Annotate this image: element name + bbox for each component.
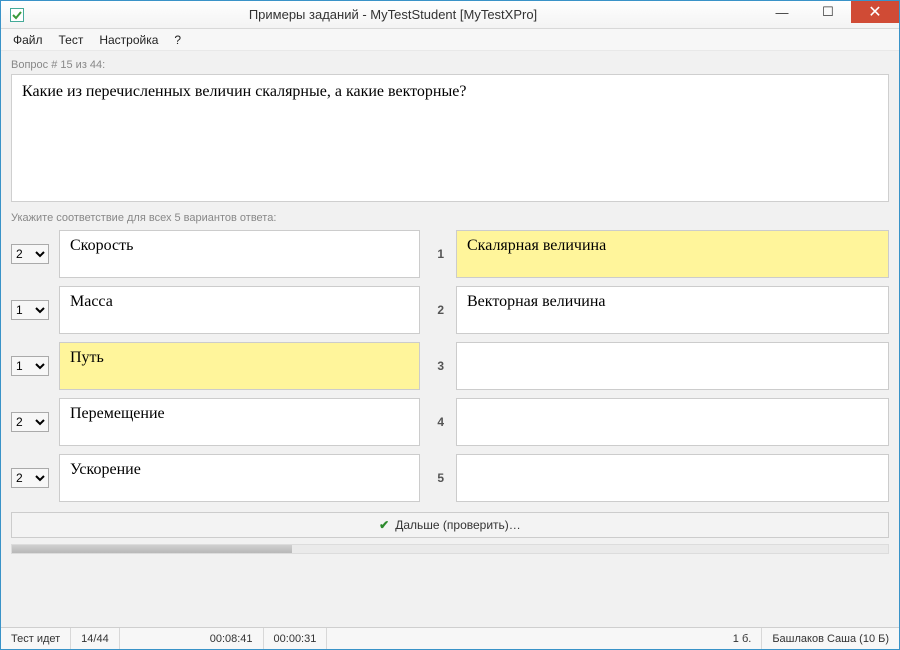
status-position: 14/44 (71, 628, 120, 649)
menu-test[interactable]: Тест (53, 31, 90, 49)
right-card-2[interactable]: Векторная величина (456, 286, 889, 334)
window-title: Примеры заданий - MyTestStudent [MyTestX… (27, 7, 759, 22)
question-counter: Вопрос # 15 из 44: (11, 59, 889, 71)
right-row: Векторная величина (456, 286, 889, 334)
status-points: 1 б. (723, 628, 763, 649)
proceed-button[interactable]: ✔ Дальше (проверить)… (11, 512, 889, 538)
statusbar: Тест идет 14/44 00:08:41 00:00:31 1 б. Б… (1, 627, 899, 649)
menu-file[interactable]: Файл (7, 31, 49, 49)
window-controls: — ☐ ✕ (759, 1, 899, 28)
right-card-3[interactable] (456, 342, 889, 390)
left-num-2: 2 (430, 303, 444, 317)
left-row: 1 Путь 3 (11, 342, 444, 390)
left-row: 2 Перемещение 4 (11, 398, 444, 446)
right-row (456, 454, 889, 502)
menu-settings[interactable]: Настройка (93, 31, 164, 49)
answer-select-1[interactable]: 2 (11, 244, 49, 264)
left-row: 1 Масса 2 (11, 286, 444, 334)
left-card-3[interactable]: Путь (59, 342, 420, 390)
right-column: Скалярная величина Векторная величина (456, 230, 889, 502)
right-row: Скалярная величина (456, 230, 889, 278)
question-text: Какие из перечисленных величин скалярные… (11, 74, 889, 202)
left-card-4[interactable]: Перемещение (59, 398, 420, 446)
status-time-elapsed: 00:08:41 (200, 628, 264, 649)
close-button[interactable]: ✕ (851, 1, 899, 23)
matching-area: 2 Скорость 1 1 Масса 2 1 Путь 3 2 Переме… (11, 230, 889, 502)
content-area: Вопрос # 15 из 44: Какие из перечисленны… (1, 51, 899, 627)
status-time-question: 00:00:31 (264, 628, 328, 649)
app-icon (7, 5, 27, 25)
left-num-3: 3 (430, 359, 444, 373)
app-window: Примеры заданий - MyTestStudent [MyTestX… (0, 0, 900, 650)
left-card-1[interactable]: Скорость (59, 230, 420, 278)
status-state: Тест идет (1, 628, 71, 649)
titlebar: Примеры заданий - MyTestStudent [MyTestX… (1, 1, 899, 29)
progress-fill (12, 545, 292, 553)
left-num-4: 4 (430, 415, 444, 429)
left-column: 2 Скорость 1 1 Масса 2 1 Путь 3 2 Переме… (11, 230, 444, 502)
right-card-4[interactable] (456, 398, 889, 446)
maximize-button[interactable]: ☐ (805, 1, 851, 23)
minimize-button[interactable]: — (759, 1, 805, 23)
left-row: 2 Ускорение 5 (11, 454, 444, 502)
answer-select-4[interactable]: 2 (11, 412, 49, 432)
left-card-5[interactable]: Ускорение (59, 454, 420, 502)
answer-select-5[interactable]: 2 (11, 468, 49, 488)
right-row (456, 398, 889, 446)
check-icon: ✔ (379, 518, 389, 532)
answer-select-2[interactable]: 1 (11, 300, 49, 320)
left-card-2[interactable]: Масса (59, 286, 420, 334)
left-num-5: 5 (430, 471, 444, 485)
right-row (456, 342, 889, 390)
right-card-1[interactable]: Скалярная величина (456, 230, 889, 278)
status-user: Башлаков Саша (10 Б) (762, 628, 899, 649)
left-num-1: 1 (430, 247, 444, 261)
proceed-label: Дальше (проверить)… (395, 518, 521, 532)
progress-bar (11, 544, 889, 554)
instruction-text: Укажите соответствие для всех 5 варианто… (11, 212, 889, 224)
right-card-5[interactable] (456, 454, 889, 502)
menubar: Файл Тест Настройка ? (1, 29, 899, 51)
left-row: 2 Скорость 1 (11, 230, 444, 278)
answer-select-3[interactable]: 1 (11, 356, 49, 376)
menu-help[interactable]: ? (168, 31, 187, 49)
